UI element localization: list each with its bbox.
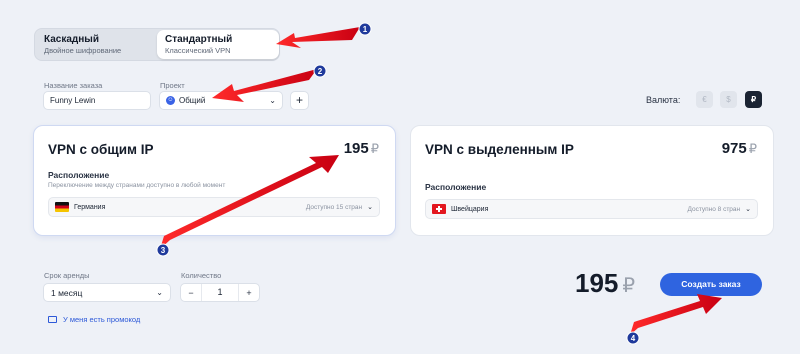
add-project-button[interactable]: + — [290, 91, 309, 110]
tab-cascade[interactable]: Каскадный Двойное шифрование — [36, 30, 158, 59]
quantity-increment-button[interactable]: + — [239, 288, 259, 298]
project-icon: ☺ — [166, 96, 175, 105]
annotation-arrow-1 — [276, 27, 360, 48]
order-name-label: Название заказа — [44, 81, 103, 90]
annotation-marker-4: 4 — [626, 331, 640, 345]
location-country: Германия — [74, 203, 106, 211]
marker-number: 1 — [363, 25, 368, 34]
quantity-decrement-button[interactable]: − — [181, 288, 201, 298]
tab-cascade-title: Каскадный — [44, 34, 99, 45]
promo-code-link[interactable]: У меня есть промокод — [48, 315, 140, 324]
order-name-input[interactable] — [43, 91, 151, 110]
location-available: Доступно 15 стран — [305, 203, 363, 211]
ticket-icon — [48, 316, 57, 323]
tab-standard[interactable]: Стандартный Классический VPN — [157, 30, 279, 59]
location-label: Расположение — [425, 182, 487, 192]
chevron-down-icon: ⌄ — [745, 206, 751, 213]
location-hint: Переключение между странами доступно в л… — [48, 182, 226, 189]
annotation-arrow-4 — [630, 294, 722, 335]
plan-price-value: 195 — [343, 140, 369, 157]
currency-usd-button[interactable]: $ — [720, 91, 737, 108]
germany-flag-icon — [55, 202, 69, 212]
annotation-marker-3: 3 — [156, 243, 170, 257]
promo-code-text: У меня есть промокод — [63, 315, 141, 324]
plan-title: VPN с общим IP — [48, 142, 154, 157]
rental-period-value: 1 месяц — [51, 287, 83, 298]
plan-price: 195 ₽ — [344, 140, 379, 157]
rental-period-label: Срок аренды — [44, 271, 90, 280]
tab-standard-subtitle: Классический VPN — [165, 46, 231, 55]
plan-price-currency: ₽ — [370, 141, 379, 156]
location-country: Швейцария — [451, 205, 489, 213]
create-order-button[interactable]: Создать заказ — [660, 273, 762, 296]
location-select[interactable]: Швейцария Доступно 8 стран ⌄ — [425, 199, 758, 219]
rental-period-select[interactable]: 1 месяц ⌄ — [43, 283, 171, 302]
marker-number: 3 — [161, 246, 166, 255]
plan-price-value: 975 — [721, 140, 747, 157]
annotation-marker-2: 2 — [313, 64, 327, 78]
tab-standard-title: Стандартный — [165, 34, 233, 45]
quantity-label: Количество — [181, 271, 222, 280]
chevron-down-icon: ⌄ — [269, 96, 276, 105]
plan-title: VPN с выделенным IP — [425, 142, 574, 157]
quantity-stepper: − 1 + — [180, 283, 260, 302]
vpn-type-switch: Каскадный Двойное шифрование Стандартный… — [34, 28, 280, 61]
tab-cascade-subtitle: Двойное шифрование — [44, 46, 122, 55]
order-total-currency: ₽ — [622, 275, 636, 297]
currency-label: Валюта: — [646, 95, 681, 105]
marker-number: 4 — [631, 334, 636, 343]
plan-card-dedicated-ip[interactable]: VPN с выделенным IP 975 ₽ Расположение Шв… — [410, 125, 774, 236]
location-available: Доступно 8 стран — [687, 205, 741, 213]
switzerland-flag-icon — [432, 204, 446, 214]
order-total: 195 ₽ — [575, 268, 635, 299]
currency-rub-button[interactable]: ₽ — [745, 91, 762, 108]
order-total-value: 195 — [575, 268, 619, 298]
project-value: Общий — [179, 96, 206, 105]
plan-price: 975 ₽ — [722, 140, 757, 157]
chevron-down-icon: ⌄ — [156, 288, 163, 297]
location-select[interactable]: Германия Доступно 15 стран ⌄ — [48, 197, 380, 217]
project-select[interactable]: ☺ Общий ⌄ — [159, 91, 283, 110]
plan-price-currency: ₽ — [748, 141, 757, 156]
annotation-marker-1: 1 — [358, 22, 372, 36]
project-label: Проект — [160, 81, 185, 90]
currency-eur-button[interactable]: € — [696, 91, 713, 108]
chevron-down-icon: ⌄ — [367, 204, 373, 211]
marker-number: 2 — [318, 67, 323, 76]
location-label: Расположение — [48, 170, 110, 180]
quantity-value[interactable]: 1 — [201, 284, 239, 301]
plan-card-shared-ip[interactable]: VPN с общим IP 195 ₽ Расположение Переклю… — [33, 125, 396, 236]
